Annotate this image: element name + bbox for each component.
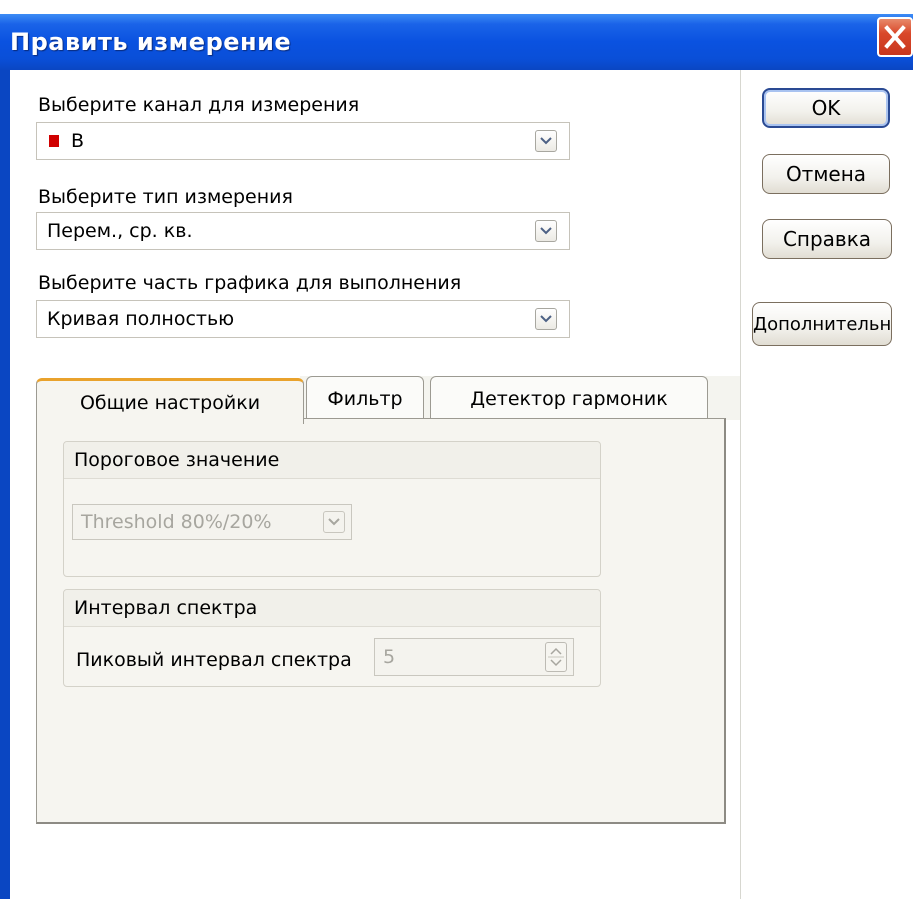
close-icon [884,25,906,49]
window-title: Править измерение [10,28,292,56]
spectrum-group: Интервал спектра Пиковый интервал спектр… [63,589,601,687]
help-button[interactable]: Справка [762,219,892,259]
peak-interval-label: Пиковый интервал спектра [76,649,352,671]
measure-type-label: Выберите тип измерения [38,186,293,208]
spectrum-group-header: Интервал спектра [64,590,600,627]
cancel-button[interactable]: Отмена [762,154,890,194]
threshold-select[interactable]: Threshold 80%/20% [72,504,352,540]
channel-select[interactable]: B [36,122,570,160]
spectrum-group-title: Интервал спектра [74,597,258,619]
more-options-button[interactable]: Дополнительно [752,302,892,346]
chevron-down-icon[interactable] [535,130,557,152]
spinner-arrows-icon[interactable] [545,642,567,672]
tab-panel-general: Пороговое значение Threshold 80%/20% Инт… [36,418,726,824]
chevron-down-icon[interactable] [535,308,557,330]
peak-interval-value: 5 [383,646,396,668]
chevron-down-icon[interactable] [323,511,345,533]
button-panel-divider [740,70,741,899]
measure-type-select[interactable]: Перем., ср. кв. [36,212,570,250]
threshold-group-header: Пороговое значение [64,442,600,479]
threshold-group-title: Пороговое значение [74,449,280,471]
channel-label: Выберите канал для измерения [38,94,360,116]
tab-general-settings[interactable]: Общие настройки [36,378,304,424]
measure-type-value: Перем., ср. кв. [47,220,193,242]
threshold-select-value: Threshold 80%/20% [81,511,272,533]
peak-interval-spinbox[interactable]: 5 [374,638,574,676]
tab-filter[interactable]: Фильтр [306,376,424,420]
threshold-group: Пороговое значение Threshold 80%/20% [63,441,601,577]
ok-button[interactable]: OK [762,88,890,128]
graph-part-value: Кривая полностью [47,308,235,330]
chevron-down-icon[interactable] [535,220,557,242]
channel-color-swatch [49,135,59,147]
channel-select-value: B [71,130,85,152]
close-button[interactable] [877,17,913,57]
title-bar[interactable]: Править измерение [0,14,913,70]
window-frame-left [0,70,10,899]
tab-harmonic-detector[interactable]: Детектор гармоник [430,376,708,420]
edit-measurement-dialog: Править измерение Выберите канал для изм… [0,0,913,899]
graph-part-label: Выберите часть графика для выполнения [38,272,462,294]
graph-part-select[interactable]: Кривая полностью [36,300,570,338]
